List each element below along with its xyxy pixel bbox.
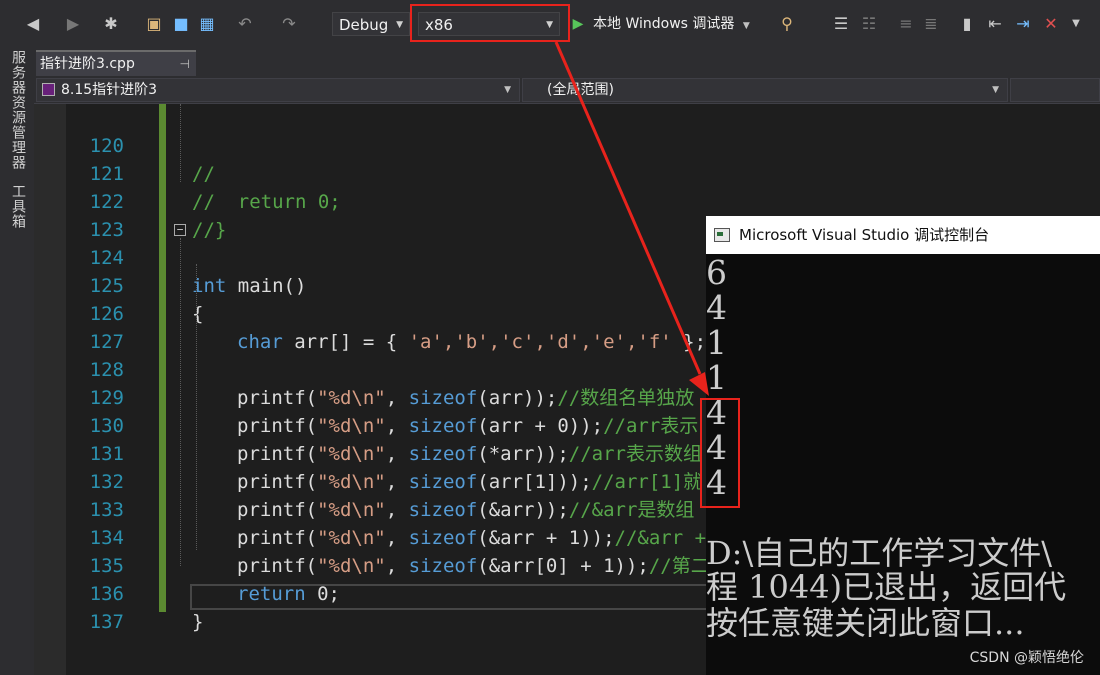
tab-file-label: 指针进阶3.cpp (40, 56, 135, 72)
find-in-files-icon[interactable]: ⚲ (776, 14, 798, 34)
server-explorer-tab[interactable]: 服务器资源管理器 (8, 50, 28, 170)
comment-icon[interactable]: ≡ (895, 14, 917, 34)
start-debugger-label: 本地 Windows 调试器 (593, 16, 735, 32)
chevron-down-icon: ▼ (992, 85, 999, 95)
outline-guide (180, 238, 181, 566)
chevron-down-icon: ▼ (396, 20, 403, 30)
tab-file[interactable]: 指针进阶3.cpp ⊣ (36, 50, 196, 76)
start-debugger-button[interactable]: 本地 Windows 调试器 ▼ (593, 14, 750, 34)
uncomment-icon[interactable]: ≣ (920, 14, 942, 34)
scope-dropdown[interactable]: (全局范围) ▼ (522, 78, 1008, 102)
toolbar-overflow-icon[interactable]: ▼ (1068, 14, 1084, 34)
console-title: Microsoft Visual Studio 调试控制台 (739, 226, 990, 244)
next-bookmark-icon[interactable]: ⇥ (1012, 14, 1034, 34)
toolbox-tab[interactable]: 工具箱 (8, 184, 28, 229)
line-number: 137 (89, 611, 124, 633)
console-output-line: 1 (706, 323, 727, 362)
code-text: } (192, 611, 204, 633)
indent-guide (196, 264, 197, 550)
console-output-line: 1 (706, 358, 727, 397)
console-press-key: 按任意键关闭此窗口... (706, 604, 1025, 642)
output-highlight-box (700, 398, 740, 508)
watermark: CSDN @颖悟绝伦 (969, 650, 1084, 666)
member-dropdown[interactable] (1010, 78, 1100, 102)
redo-icon[interactable]: ↷ (278, 14, 300, 34)
indent-icon[interactable]: ☰ (830, 14, 852, 34)
outdent-icon[interactable]: ☷ (858, 14, 880, 34)
debug-console-window[interactable]: Microsoft Visual Studio 调试控制台 6 4 1 1 4 … (706, 216, 1100, 675)
code-line: 121 // return 0; (34, 132, 1100, 213)
current-line-highlight (190, 584, 710, 610)
console-exit-path: D:\自己的工作学习文件\ (706, 534, 1053, 572)
clear-bookmarks-icon[interactable]: ✕ (1040, 14, 1062, 34)
collapse-icon[interactable]: − (174, 224, 186, 236)
play-icon[interactable]: ▶ (570, 14, 586, 34)
chevron-down-icon: ▼ (742, 21, 750, 31)
outline-guide (180, 104, 181, 182)
new-project-icon[interactable]: ✱ (100, 14, 122, 34)
undo-icon[interactable]: ↶ (234, 14, 256, 34)
configuration-select[interactable]: Debug ▼ (332, 12, 410, 36)
forward-icon[interactable]: ▶ (62, 14, 84, 34)
save-icon[interactable]: ■ (170, 14, 192, 34)
scope-name: (全局范围) (547, 82, 614, 98)
document-tab-row: 指针进阶3.cpp ⊣ (34, 44, 1100, 76)
code-line: 122 //} (34, 160, 1100, 241)
navigation-bar: 8.15指针进阶3 ▼ (全局范围) ▼ (34, 76, 1100, 104)
console-title-bar[interactable]: Microsoft Visual Studio 调试控制台 (706, 216, 1100, 254)
project-dropdown[interactable]: 8.15指针进阶3 ▼ (36, 78, 520, 102)
back-icon[interactable]: ◀ (22, 14, 44, 34)
side-panel: 服务器资源管理器 工具箱 (0, 44, 34, 675)
console-exit-code: 程 1044)已退出，返回代 (706, 568, 1067, 606)
bookmark-icon[interactable]: ▮ (956, 14, 978, 34)
console-output-line: 6 (706, 253, 727, 292)
platform-highlight-box (410, 4, 570, 42)
console-app-icon (714, 228, 730, 242)
project-name: 8.15指针进阶3 (61, 82, 158, 98)
project-icon (42, 83, 55, 96)
prev-bookmark-icon[interactable]: ⇤ (984, 14, 1006, 34)
open-folder-icon[interactable]: ▣ (143, 14, 165, 34)
pin-icon[interactable]: ⊣ (180, 52, 190, 76)
configuration-value: Debug (339, 16, 389, 34)
save-all-icon[interactable]: ▦ (196, 14, 218, 34)
console-output-line: 4 (706, 288, 727, 327)
code-line: 123 (34, 188, 1100, 241)
code-line: 120 // (34, 104, 1100, 185)
chevron-down-icon: ▼ (504, 85, 511, 95)
